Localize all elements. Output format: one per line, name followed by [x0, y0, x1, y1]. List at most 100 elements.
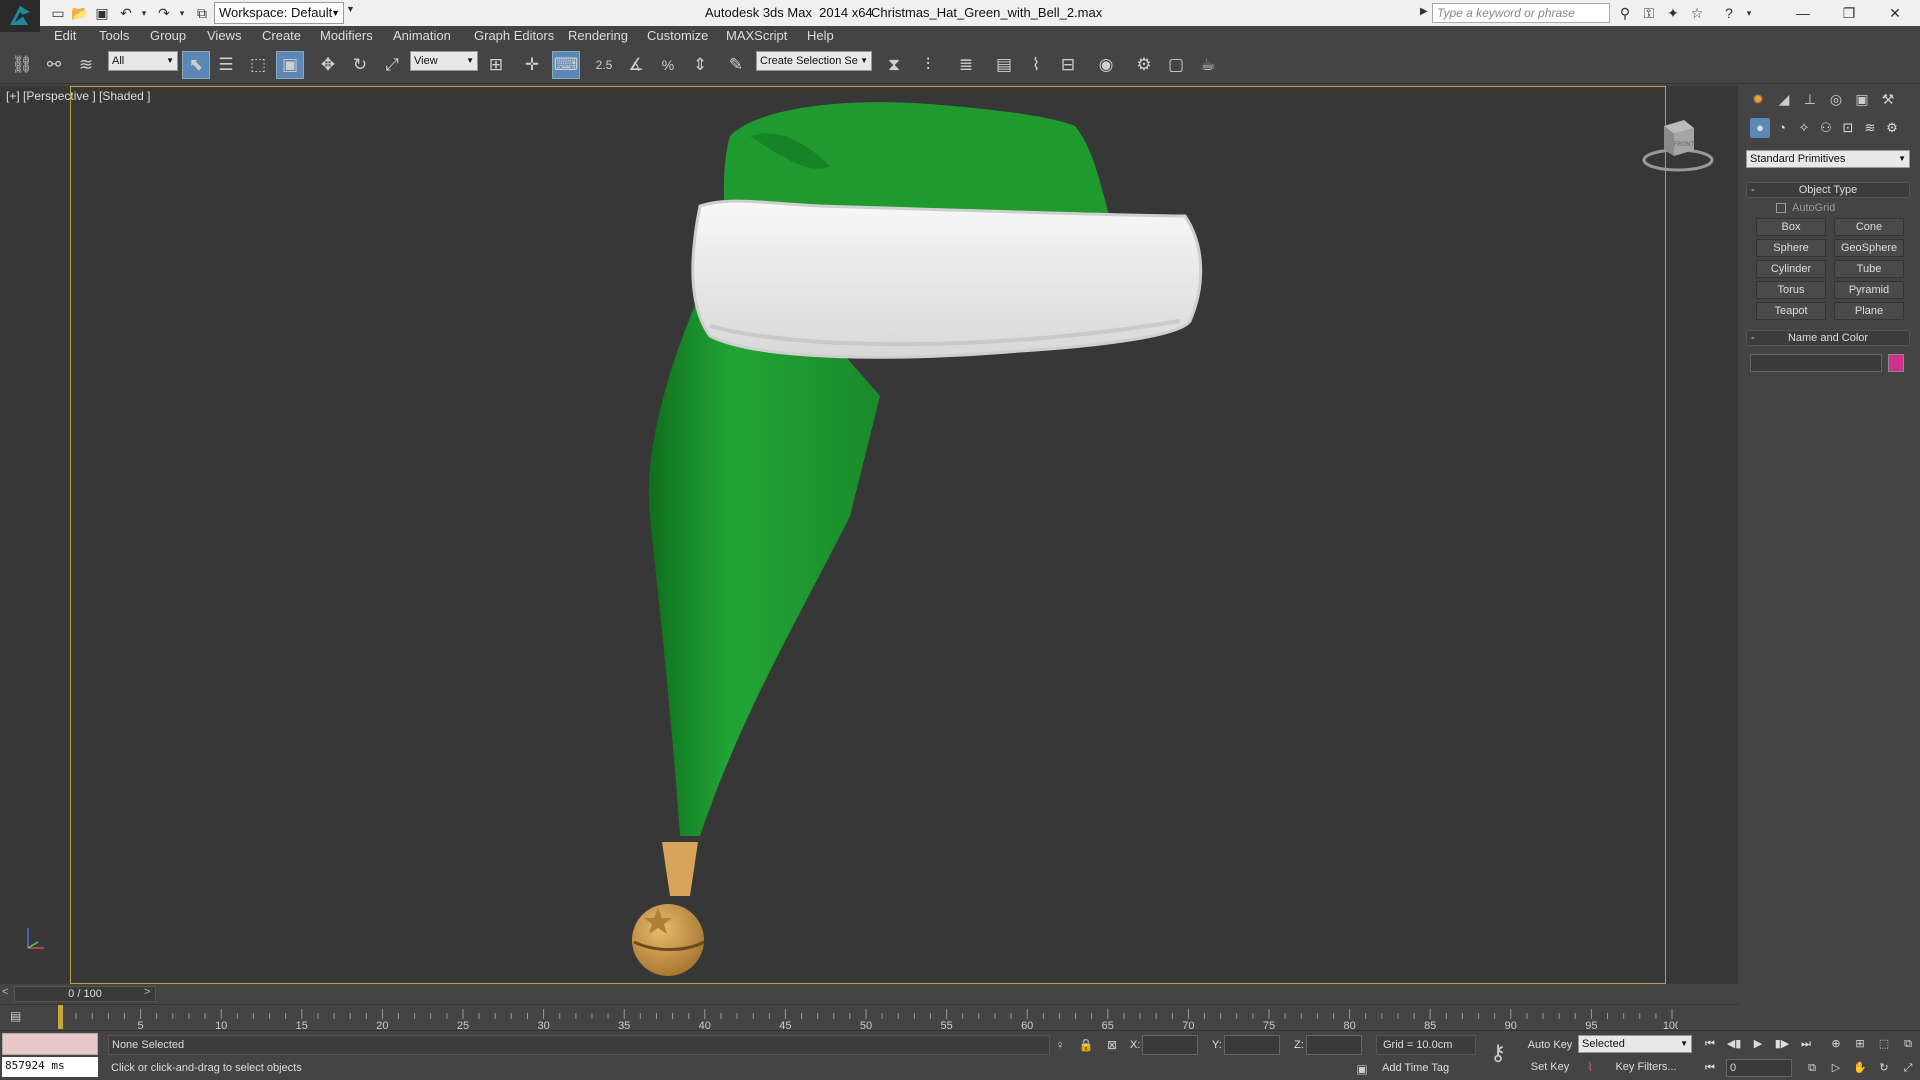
perspective-viewport[interactable]: [+] [Perspective ] [Shaded ] FRONT: [0, 86, 1738, 984]
render-production-icon[interactable]: ☕: [1194, 51, 1222, 79]
cameras-icon[interactable]: ⚇: [1816, 118, 1836, 138]
menu-views[interactable]: Views: [207, 28, 241, 43]
workspace-dropdown[interactable]: Workspace: Default ▼: [214, 2, 344, 24]
menu-customize[interactable]: Customize: [647, 28, 708, 43]
menu-animation[interactable]: Animation: [393, 28, 451, 43]
select-and-link-icon[interactable]: ⛓: [8, 51, 36, 79]
select-and-rotate-icon[interactable]: ↻: [346, 51, 374, 79]
go-to-start-icon[interactable]: ⏮: [1700, 1035, 1720, 1053]
layer-manager-icon[interactable]: ≣: [952, 51, 980, 79]
help-dropdown-icon[interactable]: ▾: [1740, 4, 1758, 22]
object-name-input[interactable]: [1750, 354, 1882, 372]
track-bar[interactable]: ▤ 5 10 15 20 25 30 35 40 45 50 55 60 65 70 75 80 85 90 95 1…: [0, 1004, 1738, 1031]
project-folder-icon[interactable]: ⧉: [192, 3, 212, 23]
time-slider[interactable]: < 0 / 100 >: [0, 984, 1738, 1004]
menu-graph-editors[interactable]: Graph Editors: [474, 28, 554, 43]
y-coordinate-input[interactable]: [1224, 1035, 1280, 1055]
current-frame-marker[interactable]: [58, 1005, 63, 1029]
cylinder-button[interactable]: Cylinder: [1756, 260, 1826, 278]
prev-frame-arrow-icon[interactable]: <: [2, 986, 8, 998]
x-coordinate-input[interactable]: [1142, 1035, 1198, 1055]
time-slider-thumb[interactable]: 0 / 100: [14, 986, 156, 1002]
isolate-selection-icon[interactable]: ♀: [1052, 1037, 1068, 1053]
tube-button[interactable]: Tube: [1834, 260, 1904, 278]
menu-tools[interactable]: Tools: [99, 28, 129, 43]
render-setup-icon[interactable]: ⚙: [1130, 51, 1158, 79]
object-color-swatch[interactable]: [1888, 354, 1904, 372]
default-in-out-tangents-icon[interactable]: ⌇: [1582, 1059, 1598, 1075]
sphere-button[interactable]: Sphere: [1756, 239, 1826, 257]
viewcube-icon[interactable]: FRONT: [1640, 116, 1716, 176]
zoom-all-icon[interactable]: ⊞: [1850, 1035, 1870, 1053]
restore-button[interactable]: ❐: [1826, 0, 1872, 26]
reference-coordinate-dropdown[interactable]: View ▼: [410, 51, 478, 71]
box-button[interactable]: Box: [1756, 218, 1826, 236]
mirror-icon[interactable]: ⧗: [880, 51, 908, 79]
rendered-frame-window-icon[interactable]: ▢: [1162, 51, 1190, 79]
motion-tab-icon[interactable]: ◎: [1824, 88, 1848, 110]
geosphere-button[interactable]: GeoSphere: [1834, 239, 1904, 257]
pyramid-button[interactable]: Pyramid: [1834, 281, 1904, 299]
use-pivot-center-icon[interactable]: ⊞: [482, 51, 510, 79]
absolute-mode-icon[interactable]: ⊠: [1104, 1037, 1120, 1053]
cone-button[interactable]: Cone: [1834, 218, 1904, 236]
angle-snap-icon[interactable]: ∡: [622, 51, 650, 79]
selection-filter-dropdown[interactable]: All ▼: [108, 51, 178, 71]
search-input[interactable]: Type a keyword or phrase: [1432, 3, 1610, 23]
next-frame-icon[interactable]: ▮▶: [1772, 1035, 1792, 1053]
menu-modifiers[interactable]: Modifiers: [320, 28, 373, 43]
key-mode-dropdown[interactable]: Selected ▼: [1578, 1035, 1692, 1053]
time-tag-icon[interactable]: ▣: [1354, 1061, 1370, 1077]
key-mode-toggle-icon[interactable]: ⏮: [1700, 1059, 1720, 1077]
shapes-icon[interactable]: ◔: [1772, 118, 1792, 138]
window-crossing-icon[interactable]: ▣: [276, 51, 304, 79]
graphite-ribbon-icon[interactable]: ▤: [990, 51, 1018, 79]
unlink-selection-icon[interactable]: ⚯: [40, 51, 68, 79]
add-time-tag-button[interactable]: Add Time Tag: [1376, 1059, 1449, 1077]
undo-dropdown-icon[interactable]: ▾: [134, 3, 154, 23]
curve-editor-icon[interactable]: ⌇: [1022, 51, 1050, 79]
open-file-icon[interactable]: 📂: [70, 3, 90, 23]
rectangular-selection-icon[interactable]: ⬚: [244, 51, 272, 79]
orbit-icon[interactable]: ↻: [1874, 1059, 1894, 1077]
go-to-end-icon[interactable]: ⏭: [1796, 1035, 1816, 1053]
percent-snap-icon[interactable]: %: [654, 51, 682, 79]
binoculars-icon[interactable]: ⚲: [1616, 4, 1634, 22]
menu-group[interactable]: Group: [150, 28, 186, 43]
mini-curve-editor-icon[interactable]: ▤: [10, 1009, 32, 1025]
teapot-button[interactable]: Teapot: [1756, 302, 1826, 320]
bind-to-space-warp-icon[interactable]: ≋: [72, 51, 100, 79]
close-button[interactable]: ✕: [1872, 0, 1918, 26]
set-key-icon[interactable]: ⚷: [1484, 1039, 1512, 1067]
zoom-icon[interactable]: ⊕: [1826, 1035, 1846, 1053]
select-and-move-icon[interactable]: ✥: [314, 51, 342, 79]
key-filters-button[interactable]: Key Filters...: [1600, 1057, 1692, 1077]
pan-view-icon[interactable]: ✋: [1850, 1059, 1870, 1077]
create-tab-icon[interactable]: ✹: [1746, 88, 1770, 110]
favorites-star-icon[interactable]: ☆: [1688, 4, 1706, 22]
plane-button[interactable]: Plane: [1834, 302, 1904, 320]
menu-create[interactable]: Create: [262, 28, 301, 43]
menu-maxscript[interactable]: MAXScript: [726, 28, 787, 43]
edit-named-selection-icon[interactable]: ✎: [722, 51, 750, 79]
material-editor-icon[interactable]: ◉: [1092, 51, 1120, 79]
named-selection-dropdown[interactable]: Create Selection Se ▼: [756, 51, 872, 71]
menu-help[interactable]: Help: [807, 28, 834, 43]
zoom-extents-icon[interactable]: ⬚: [1874, 1035, 1894, 1053]
lights-icon[interactable]: ✧: [1794, 118, 1814, 138]
spinner-snap-icon[interactable]: ⇕: [686, 51, 714, 79]
subscription-icon[interactable]: ⚿: [1640, 4, 1658, 22]
maximize-viewport-icon[interactable]: ⤢: [1898, 1059, 1918, 1077]
object-category-dropdown[interactable]: Standard Primitives ▼: [1746, 150, 1910, 168]
redo-icon[interactable]: ↷: [154, 3, 174, 23]
systems-icon[interactable]: ⚙: [1882, 118, 1902, 138]
minimize-button[interactable]: —: [1780, 0, 1826, 26]
hierarchy-tab-icon[interactable]: ⊥: [1798, 88, 1822, 110]
current-frame-input[interactable]: 0: [1726, 1059, 1792, 1077]
z-coordinate-input[interactable]: [1306, 1035, 1362, 1055]
viewport-label[interactable]: [+] [Perspective ] [Shaded ]: [6, 89, 150, 103]
select-and-manipulate-icon[interactable]: ✛: [518, 51, 546, 79]
torus-button[interactable]: Torus: [1756, 281, 1826, 299]
select-by-name-icon[interactable]: ☰: [212, 51, 240, 79]
selection-lock-icon[interactable]: 🔒: [1078, 1037, 1094, 1053]
